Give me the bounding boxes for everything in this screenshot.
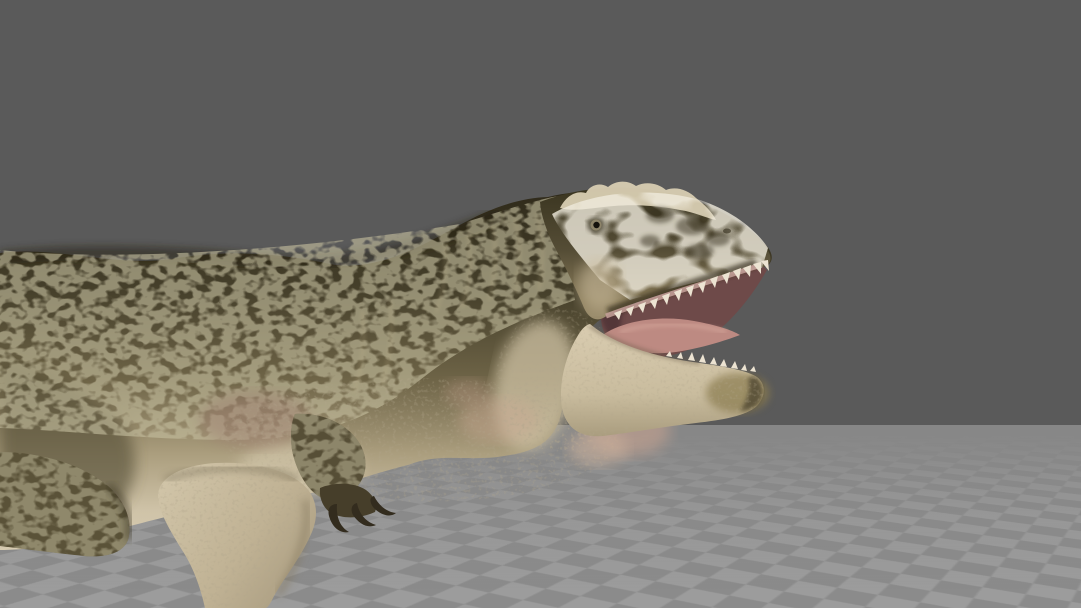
dinosaur-render (0, 181, 772, 608)
near-leg (158, 462, 316, 608)
nostril (723, 228, 731, 234)
eye (587, 217, 605, 233)
dinosaur-model[interactable] (0, 181, 772, 608)
viewport-3d[interactable] (0, 0, 1081, 608)
